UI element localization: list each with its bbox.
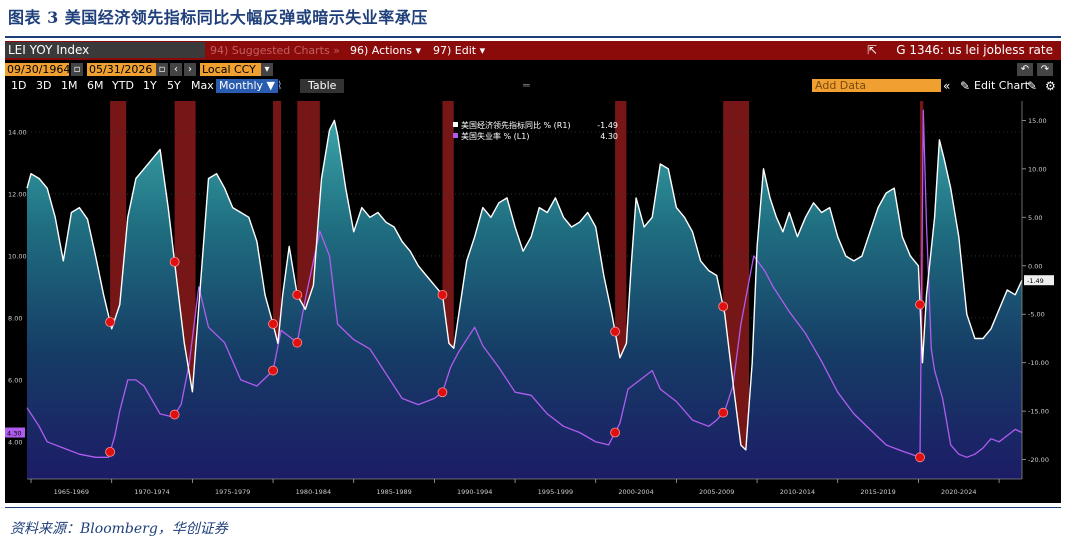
legend-label: 美国失业率 % (L1) [461, 131, 529, 141]
unemployment-current-label: 4.30 [7, 430, 21, 438]
legend-swatch [453, 122, 458, 127]
collapse-icon[interactable]: « [943, 79, 950, 93]
period-1y[interactable]: 1Y [143, 79, 157, 93]
x-tick-label: 1970-1974 [134, 488, 169, 496]
right-tick-label: -20.00 [1028, 456, 1049, 464]
recession-flag-marker [437, 289, 448, 300]
lei-current-label: -1.49 [1027, 277, 1044, 285]
recession-flag-marker [292, 289, 303, 300]
add-data-input[interactable]: Add Data [812, 79, 941, 92]
chart-svg: 14.00 12.00 10.00 8.00 6.00 4.00 15.00 10.00 5.0… [5, 101, 1054, 496]
period-1d[interactable]: 1D [11, 79, 26, 93]
legend-label: 美国经济领先指标同比 % (R1) [461, 120, 571, 130]
left-tick-label: 10.00 [8, 252, 27, 260]
recession-flag-marker [169, 256, 180, 267]
next-period-icon[interactable]: › [184, 63, 196, 76]
right-tick-label: 15.00 [1028, 117, 1047, 125]
recession-flag-marker [915, 452, 925, 463]
legend-swatch [453, 133, 458, 138]
title-rule [5, 36, 1061, 38]
source-note: 资料来源：Bloomberg，华创证券 [10, 521, 228, 537]
export-icon[interactable]: ⇱ [867, 43, 877, 58]
period-max[interactable]: Max [191, 79, 214, 93]
left-tick-label: 4.00 [8, 438, 22, 446]
settings-gear-icon[interactable]: ⚙ [1045, 79, 1056, 93]
x-tick-label: 1995-1999 [538, 488, 573, 496]
recession-flag-marker [610, 326, 620, 337]
recession-flag-marker [105, 446, 115, 457]
recession-flag-marker [169, 409, 180, 420]
x-tick-label: 1985-1989 [376, 488, 411, 496]
x-tick-label: 1980-1984 [296, 488, 331, 496]
frequency-select[interactable]: Monthly ▼ [216, 79, 278, 93]
x-tick-label: 1965-1969 [54, 488, 89, 496]
table-button[interactable]: Table [300, 79, 345, 93]
x-tick-label: 1975-1979 [215, 488, 250, 496]
actions-menu[interactable]: 96) Actions ▾ [350, 43, 421, 58]
right-tick-label: -10.00 [1028, 359, 1049, 367]
recession-flag-marker [610, 427, 620, 438]
x-tick-label: 2015-2019 [860, 488, 895, 496]
x-tick-label: 1990-1994 [457, 488, 492, 496]
recession-flag-marker [268, 365, 278, 376]
prev-period-icon[interactable]: ‹ [170, 63, 182, 76]
currency-select[interactable]: Local CCY [200, 63, 264, 76]
legend-value: -1.49 [597, 121, 618, 130]
left-tick-label: 14.00 [8, 128, 27, 136]
edit-menu[interactable]: 97) Edit ▾ [433, 43, 485, 58]
figure-title: 图表 3 美国经济领先指标同比大幅反弹或暗示失业率承压 [8, 8, 428, 27]
chart-code: G 1346: us lei jobless rate [896, 43, 1053, 57]
legend-value: 4.30 [600, 132, 618, 141]
recession-flag-marker [718, 301, 729, 312]
currency-dropdown-icon[interactable]: ▾ [261, 63, 273, 76]
left-tick-label: 6.00 [8, 376, 22, 384]
edit-box-icon[interactable]: ✎ [1027, 79, 1037, 93]
start-date-input[interactable]: 09/30/1964 [5, 63, 70, 76]
suggested-charts-menu[interactable]: 94) Suggested Charts » [210, 43, 340, 58]
drag-handle-icon[interactable]: ═ [523, 79, 530, 93]
security-field[interactable]: LEI YOY Index [5, 42, 205, 58]
undo-icon[interactable]: ↶ [1017, 63, 1033, 76]
edit-chart-button[interactable]: Edit Chart [974, 79, 1029, 93]
recession-flag-marker [915, 299, 925, 310]
left-tick-label: 12.00 [8, 190, 27, 198]
right-tick-label: -5.00 [1028, 311, 1045, 319]
recession-flag-marker [718, 407, 729, 418]
end-date-input[interactable]: 05/31/2026 [87, 63, 157, 76]
x-tick-label: 2005-2009 [699, 488, 734, 496]
start-calendar-icon[interactable]: ▫ [71, 63, 83, 76]
period-1m[interactable]: 1M [61, 79, 78, 93]
date-range-bar: 09/30/1964 ▫ 05/31/2026 ▫ ‹ › Local CCY … [5, 61, 1061, 78]
end-calendar-icon[interactable]: ▫ [156, 63, 168, 76]
right-tick-label: -15.00 [1028, 408, 1049, 416]
x-tick-label: 2020-2024 [941, 488, 976, 496]
recession-flag-marker [105, 317, 115, 327]
period-3d[interactable]: 3D [36, 79, 51, 93]
right-tick-label: 10.00 [1028, 165, 1047, 173]
left-tick-label: 8.00 [8, 314, 22, 322]
bloomberg-terminal: LEI YOY Index 94) Suggested Charts » 96)… [5, 41, 1061, 503]
x-tick-label: 2010-2014 [780, 488, 815, 496]
recession-flag-marker [292, 337, 303, 348]
source-rule [5, 507, 1061, 508]
x-tick-label: 2000-2004 [618, 488, 653, 496]
right-tick-label: 5.00 [1028, 214, 1042, 222]
recession-flag-marker [437, 387, 448, 398]
chart-type-icon[interactable]: ⌇ [277, 79, 282, 93]
period-toolbar: 1D 3D 1M 6M YTD 1Y 5Y Max Monthly ▼ ⌇ Ta… [5, 78, 1061, 94]
redo-icon[interactable]: ↷ [1037, 63, 1053, 76]
period-6m[interactable]: 6M [87, 79, 104, 93]
period-ytd[interactable]: YTD [112, 79, 134, 93]
pencil-icon[interactable]: ✎ [960, 79, 970, 93]
period-5y[interactable]: 5Y [167, 79, 181, 93]
right-tick-label: 0.00 [1028, 262, 1042, 270]
top-menu-bar: LEI YOY Index 94) Suggested Charts » 96)… [5, 41, 1061, 60]
recession-flag-marker [268, 319, 278, 329]
